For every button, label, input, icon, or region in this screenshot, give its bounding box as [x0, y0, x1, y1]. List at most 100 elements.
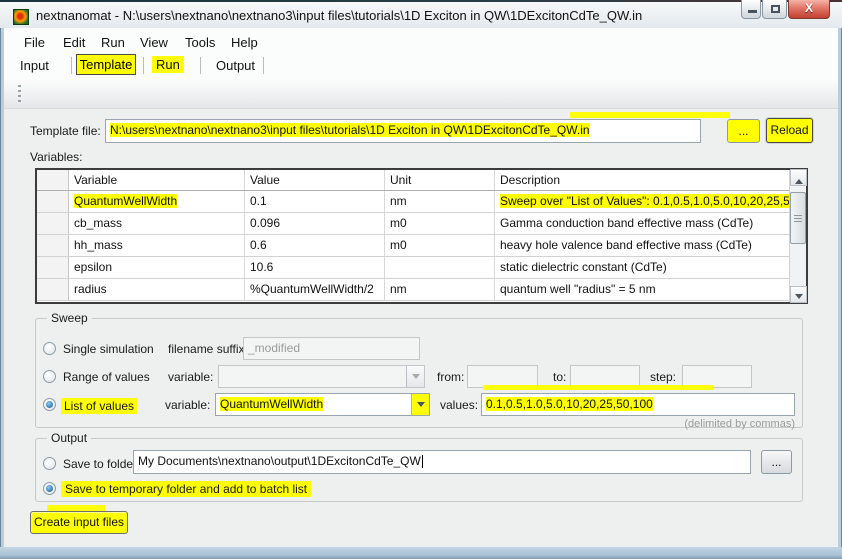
row-selector[interactable] [37, 279, 69, 300]
row-selector[interactable] [37, 257, 69, 278]
cell-value[interactable]: 10.6 [245, 257, 385, 278]
variables-label: Variables: [30, 150, 82, 164]
cell-unit[interactable] [385, 257, 495, 278]
template-file-input[interactable]: N:\users\nextnano\nextnano3\input files\… [105, 119, 701, 143]
highlight-smear [483, 385, 713, 390]
cell-unit[interactable]: nm [385, 279, 495, 300]
table-header-row: Variable Value Unit Description [37, 170, 789, 191]
output-browse-button[interactable]: ... [761, 450, 792, 474]
range-variable-combobox[interactable] [218, 365, 425, 388]
reload-button[interactable]: Reload [766, 118, 813, 143]
tab-output[interactable]: Output [216, 58, 255, 73]
scrollbar-down-button[interactable] [790, 286, 807, 303]
list-variable-label: variable: [165, 398, 210, 412]
variables-table: Variable Value Unit Description QuantumW… [35, 168, 808, 304]
output-folder-input[interactable]: My Documents\nextnano\output\1DExcitonCd… [133, 450, 751, 474]
toolbar-grip-handle[interactable] [18, 85, 21, 103]
list-of-values-radio[interactable] [43, 398, 56, 411]
app-window: nextnanomat - N:\users\nextnano\nextnano… [0, 0, 842, 559]
output-folder-value: My Documents\nextnano\output\1DExcitonCd… [138, 454, 421, 468]
step-label: step: [650, 370, 676, 384]
filename-suffix-input[interactable]: _modified [243, 337, 420, 360]
cell-value[interactable]: 0.1 [245, 191, 385, 212]
template-browse-button[interactable]: ... [727, 119, 760, 143]
to-label: to: [553, 370, 566, 384]
cell-description[interactable]: static dielectric constant (CdTe) [495, 257, 789, 278]
minimize-icon [748, 10, 757, 13]
cell-unit[interactable]: m0 [385, 235, 495, 256]
menu-item-edit[interactable]: Edit [59, 33, 89, 52]
cell-value[interactable]: 0.096 [245, 213, 385, 234]
scrollbar-thumb[interactable] [790, 192, 806, 244]
menu-item-file[interactable]: File [20, 33, 49, 52]
maximize-button[interactable] [762, 0, 787, 19]
cell-variable[interactable]: radius [69, 279, 245, 300]
list-variable-value: QuantumWellWidth [220, 397, 323, 411]
tab-input[interactable]: Input [20, 58, 49, 73]
menu-item-run[interactable]: Run [97, 33, 129, 52]
window-title: nextnanomat - N:\users\nextnano\nextnano… [36, 8, 642, 23]
table-row[interactable]: cb_mass 0.096 m0 Gamma conduction band e… [37, 213, 789, 235]
menu-item-tools[interactable]: Tools [181, 33, 219, 52]
range-of-values-radio[interactable] [43, 370, 56, 383]
chevron-down-icon[interactable] [406, 366, 424, 387]
column-header-value[interactable]: Value [245, 170, 385, 190]
column-header-description[interactable]: Description [495, 170, 789, 190]
chevron-down-icon[interactable] [411, 394, 429, 415]
sweep-legend: Sweep [47, 311, 92, 325]
menu-item-view[interactable]: View [136, 33, 172, 52]
list-variable-combobox[interactable]: QuantumWellWidth [215, 393, 430, 416]
variables-grid: Variable Value Unit Description QuantumW… [37, 170, 789, 302]
scrollbar-track[interactable] [789, 170, 806, 302]
minimize-button[interactable] [741, 0, 761, 19]
cell-value[interactable]: 0.6 [245, 235, 385, 256]
sweep-group: Sweep Single simulation filename suffix:… [35, 311, 805, 428]
table-row[interactable]: radius %QuantumWellWidth/2 nm quantum we… [37, 279, 789, 301]
values-input[interactable]: 0.1,0.5,1.0,5.0,10,20,25,50,100 [481, 393, 795, 416]
title-bar[interactable]: nextnanomat - N:\users\nextnano\nextnano… [0, 2, 842, 28]
single-simulation-radio[interactable] [43, 342, 56, 355]
save-to-folder-label: Save to folder: [63, 457, 140, 471]
cell-variable[interactable]: QuantumWellWidth [69, 191, 245, 212]
cell-description[interactable]: heavy hole valence band effective mass (… [495, 235, 789, 256]
app-icon [13, 9, 29, 25]
window-bottom-frame [0, 547, 842, 559]
row-selector[interactable] [37, 213, 69, 234]
cell-unit[interactable]: m0 [385, 213, 495, 234]
filename-suffix-value: _modified [248, 341, 300, 355]
values-value: 0.1,0.5,1.0,5.0,10,20,25,50,100 [486, 397, 653, 411]
create-input-files-button[interactable]: Create input files [30, 511, 128, 534]
table-row[interactable]: hh_mass 0.6 m0 heavy hole valence band e… [37, 235, 789, 257]
column-header-variable[interactable]: Variable [69, 170, 245, 190]
row-selector[interactable] [37, 191, 69, 212]
text-cursor [422, 455, 423, 468]
save-to-temp-label: Save to temporary folder and add to batc… [61, 481, 311, 497]
column-header-unit[interactable]: Unit [385, 170, 495, 190]
row-selector-header[interactable] [37, 170, 69, 190]
cell-variable[interactable]: cb_mass [69, 213, 245, 234]
cell-variable[interactable]: hh_mass [69, 235, 245, 256]
cell-description[interactable]: Gamma conduction band effective mass (Cd… [495, 213, 789, 234]
cell-description[interactable]: quantum well "radius" = 5 nm [495, 279, 789, 300]
single-simulation-label: Single simulation [63, 342, 154, 356]
row-selector[interactable] [37, 235, 69, 256]
range-of-values-label: Range of values [63, 370, 150, 384]
close-icon: X [789, 1, 829, 15]
close-button[interactable]: X [788, 0, 830, 19]
toolbar [4, 78, 838, 109]
scrollbar-up-button[interactable] [790, 169, 807, 186]
cell-description[interactable]: Sweep over "List of Values": 0.1,0.5,1.0… [495, 191, 789, 212]
tab-run[interactable]: Run [152, 56, 184, 73]
maximize-icon [771, 5, 780, 13]
table-row[interactable]: epsilon 10.6 static dielectric constant … [37, 257, 789, 279]
save-to-folder-radio[interactable] [43, 457, 56, 470]
range-variable-label: variable: [168, 370, 213, 384]
save-to-temp-radio[interactable] [43, 482, 56, 495]
menu-item-help[interactable]: Help [227, 33, 262, 52]
cell-value[interactable]: %QuantumWellWidth/2 [245, 279, 385, 300]
table-row[interactable]: QuantumWellWidth 0.1 nm Sweep over "List… [37, 191, 789, 213]
cell-unit[interactable]: nm [385, 191, 495, 212]
tab-separator [71, 57, 72, 74]
tab-template[interactable]: Template [76, 54, 136, 75]
cell-variable[interactable]: epsilon [69, 257, 245, 278]
